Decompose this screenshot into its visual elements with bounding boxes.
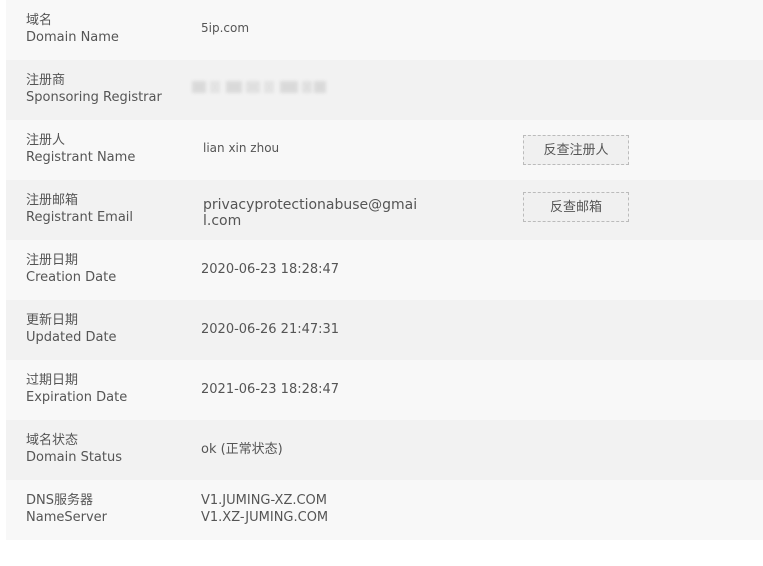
- row-registrant-email: 注册邮箱 Registrant Email privacyprotectiona…: [6, 180, 763, 240]
- value-nameserver-list: V1.JUMING-XZ.COM V1.XZ-JUMING.COM: [201, 492, 328, 526]
- row-nameserver: DNS服务器 NameServer V1.JUMING-XZ.COM V1.XZ…: [6, 480, 763, 540]
- value-expiration-date: 2021-06-23 18:28:47: [201, 382, 340, 397]
- whois-info-table: 域名 Domain Name 5ip.com 注册商 Sponsoring Re…: [6, 0, 763, 540]
- value-updated-date: 2020-06-26 21:47:31: [201, 322, 340, 337]
- registrar-redacted-blur: [188, 81, 338, 95]
- label-updated-date-en: Updated Date: [26, 330, 117, 345]
- row-registrant-name: 注册人 Registrant Name lian xin zhou 反查注册人: [6, 120, 763, 180]
- row-updated-date: 更新日期 Updated Date 2020-06-26 21:47:31: [6, 300, 763, 360]
- reverse-lookup-registrant-button[interactable]: 反查注册人: [523, 135, 629, 165]
- label-registrant-name-en: Registrant Name: [26, 150, 136, 165]
- value-registrant-email: privacyprotectionabuse@gmail.com: [203, 197, 418, 229]
- row-sponsoring-registrar: 注册商 Sponsoring Registrar: [6, 60, 763, 120]
- label-domain-status-en: Domain Status: [26, 450, 123, 465]
- value-registrant-name: lian xin zhou: [203, 141, 280, 155]
- label-registrar-en: Sponsoring Registrar: [26, 90, 162, 105]
- value-domain-status: ok (正常状态): [201, 442, 283, 457]
- reverse-lookup-email-button[interactable]: 反查邮箱: [523, 192, 629, 222]
- label-updated-date-cn: 更新日期: [26, 313, 79, 328]
- value-nameserver-2: V1.XZ-JUMING.COM: [201, 510, 329, 525]
- label-registrant-name-cn: 注册人: [26, 133, 66, 148]
- label-registrant-email-cn: 注册邮箱: [26, 193, 79, 208]
- row-domain-status: 域名状态 Domain Status ok (正常状态): [6, 420, 763, 480]
- row-expiration-date: 过期日期 Expiration Date 2021-06-23 18:28:47: [6, 360, 763, 420]
- label-nameserver-en: NameServer: [26, 510, 107, 525]
- label-registrar-cn: 注册商: [26, 73, 66, 88]
- value-domain-name: 5ip.com: [201, 21, 250, 35]
- value-nameserver-1: V1.JUMING-XZ.COM: [201, 493, 328, 508]
- label-domain-name-cn: 域名: [26, 13, 53, 28]
- label-domain-name-en: Domain Name: [26, 30, 119, 45]
- value-creation-date: 2020-06-23 18:28:47: [201, 262, 340, 277]
- row-domain-name: 域名 Domain Name 5ip.com: [6, 0, 763, 60]
- label-creation-date-cn: 注册日期: [26, 253, 79, 268]
- label-registrant-email-en: Registrant Email: [26, 210, 134, 225]
- label-nameserver-cn: DNS服务器: [26, 493, 93, 508]
- label-expiration-date-cn: 过期日期: [26, 373, 79, 388]
- label-creation-date-en: Creation Date: [26, 270, 117, 285]
- label-domain-status-cn: 域名状态: [26, 433, 79, 448]
- row-creation-date: 注册日期 Creation Date 2020-06-23 18:28:47: [6, 240, 763, 300]
- label-expiration-date-en: Expiration Date: [26, 390, 128, 405]
